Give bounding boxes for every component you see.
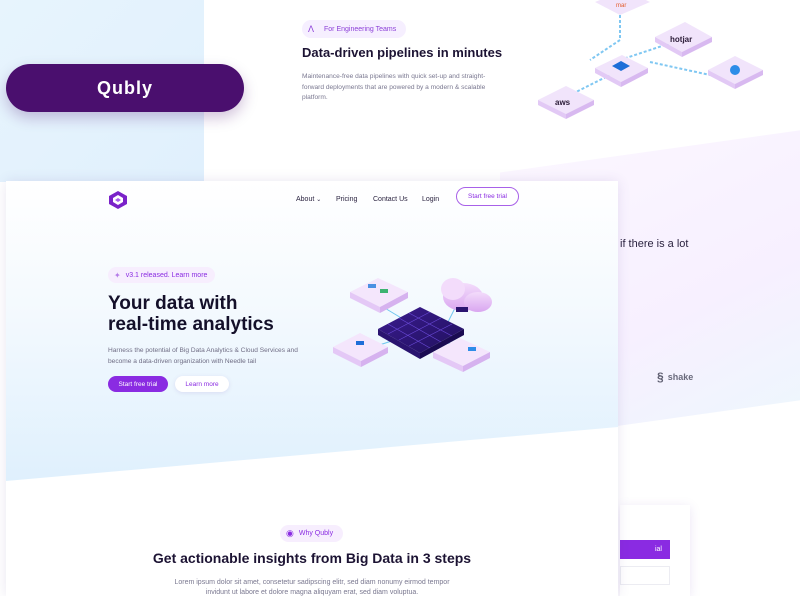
hero-title-line2: real-time analytics [108, 314, 274, 335]
eye-icon: ◉ [286, 528, 294, 538]
nav-about-label: About [296, 195, 315, 203]
why-section-title: Get actionable insights from Big Data in… [152, 550, 472, 566]
hero-title: Your data with real-time analytics [108, 293, 328, 335]
partner-logo-shake: § shake [657, 370, 693, 384]
logo-icon[interactable] [108, 190, 128, 210]
nav-login[interactable]: Login [422, 192, 439, 206]
hero-learn-more-button[interactable]: Learn more [175, 376, 229, 392]
card-stack-bottom-left [333, 333, 388, 367]
release-badge-label: v3.1 released. Learn more [125, 271, 208, 279]
engineering-badge-label: For Engineering Teams [324, 25, 397, 33]
release-badge[interactable]: ✦ v3.1 released. Learn more [108, 267, 216, 283]
integration-tile-hotjar: hotjar [655, 22, 712, 57]
svg-text:hotjar: hotjar [670, 35, 692, 44]
hero-title-line1: Your data with [108, 293, 238, 314]
integrations-illustration: mar hotjar aws [538, 0, 763, 119]
back-section-title: Data-driven pipelines in minutes [302, 45, 503, 60]
integration-tile-aws: aws [538, 86, 594, 119]
shake-label: shake [667, 372, 694, 382]
nav-about[interactable]: About ⌄ [296, 192, 321, 206]
integration-tile-top: mar [595, 0, 650, 15]
team-icon: Λ [308, 24, 315, 34]
main-page-preview: About ⌄ Pricing Contact Us Login Start f… [6, 181, 618, 596]
back-card-button: ial [620, 540, 670, 559]
chevron-down-icon: ⌄ [316, 196, 322, 203]
svg-text:mar: mar [616, 3, 626, 9]
why-badge-label: Why Qubly [298, 530, 334, 537]
why-section-description: Lorem ipsum dolor sit amet, consetetur s… [174, 579, 450, 596]
why-qubly-badge: ◉ Why Qubly [280, 525, 344, 542]
back-section-description: Maintenance-free data pipelines with qui… [302, 73, 486, 101]
cloud-shape [441, 278, 492, 312]
svg-text:aws: aws [555, 98, 571, 107]
nav-contact[interactable]: Contact Us [373, 192, 408, 206]
sparkle-icon: ✦ [114, 270, 121, 280]
integration-tile-right [708, 56, 763, 89]
integration-tile-center [595, 55, 648, 87]
nav-start-trial-button[interactable]: Start free trial [456, 187, 519, 206]
shake-icon: § [657, 370, 664, 384]
back-card-field [620, 566, 670, 585]
engineering-teams-badge: Λ For Engineering Teams [302, 20, 407, 38]
hero-illustration [333, 278, 492, 372]
nav-pricing[interactable]: Pricing [336, 192, 357, 206]
card-stack-top-left [350, 278, 408, 313]
back-text-fragment: if there is a lot [620, 238, 689, 250]
hero-start-trial-button[interactable]: Start free trial [108, 376, 168, 392]
qubly-brand-pill[interactable]: Qubly [6, 64, 244, 112]
hero-description: Harness the potential of Big Data Analyt… [108, 347, 298, 365]
